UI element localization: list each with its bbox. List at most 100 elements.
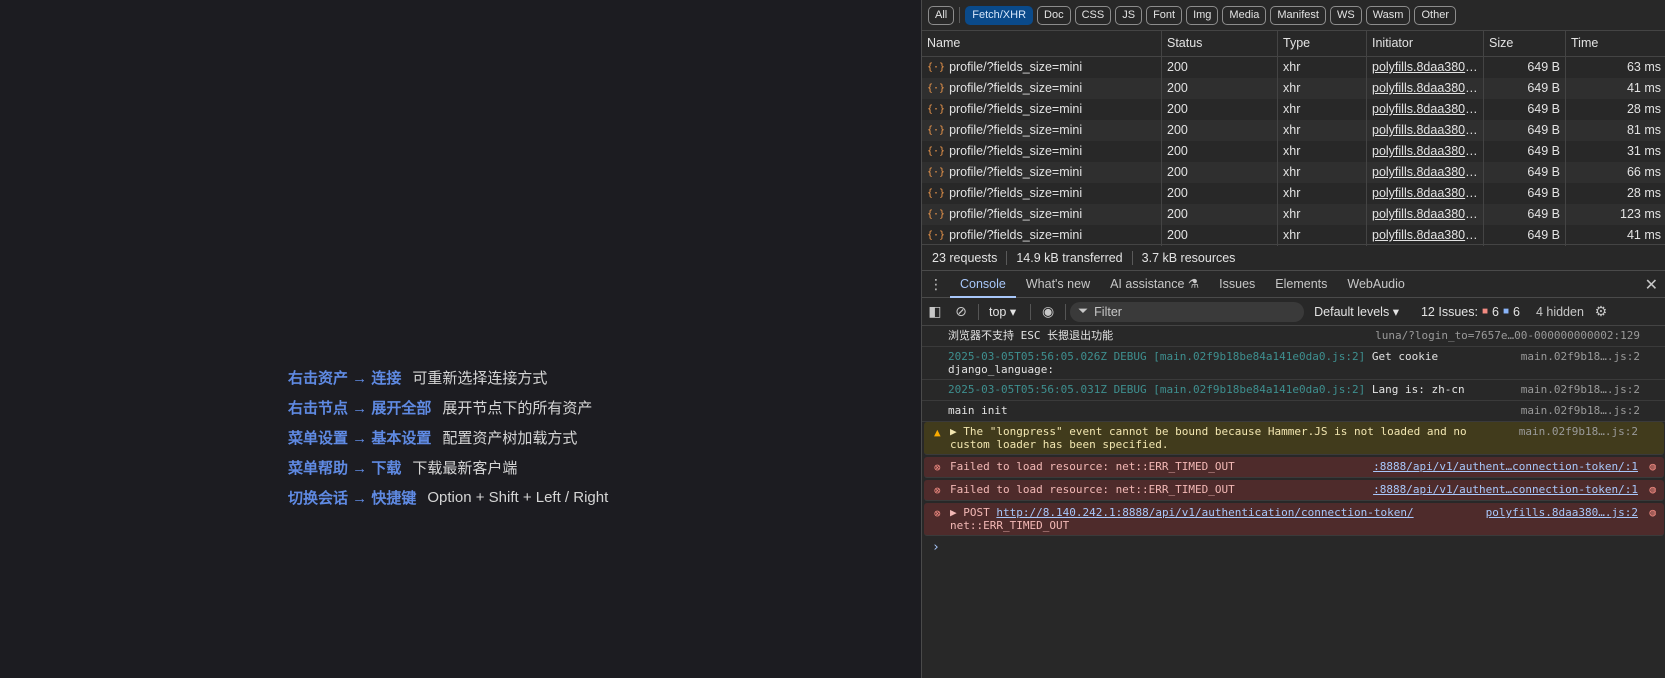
request-name-label: profile/?fields_size=mini [949,60,1083,74]
tab-webaudio[interactable]: WebAudio [1337,271,1414,298]
message-source-link[interactable]: luna/?login_to=7657e…00-000000000002:129 [1375,329,1640,342]
console-filter-input[interactable]: ⏷ Filter [1070,301,1305,322]
context-selector[interactable]: top ▾ [989,304,1016,319]
table-row[interactable]: {·} profile/?fields_size=mini 200 xhr polyfi… [922,183,1665,204]
request-initiator[interactable]: polyfills.8daa380.... [1367,78,1484,99]
shortcut-row: 右击资产 → 连接 可重新选择连接方式 [288,362,608,392]
request-initiator[interactable]: polyfills.8daa380.... [1367,225,1484,246]
filter-chip-css[interactable]: CSS [1074,5,1112,25]
request-status: 200 [1162,120,1278,141]
filter-chip-other[interactable]: Other [1414,5,1456,25]
tab-issues[interactable]: Issues [1209,271,1265,298]
filter-chip-font[interactable]: Font [1146,5,1183,25]
message-source-link[interactable]: main.02f9b18….js:2 [1521,350,1640,363]
request-name: {·} profile/?fields_size=mini [922,57,1162,78]
issues-counter[interactable]: 12 Issues: ■ 6 ■ 6 [1421,305,1520,319]
request-name-label: profile/?fields_size=mini [949,81,1083,95]
warning-icon: ▲ [934,426,941,439]
sidebar-toggle-icon[interactable]: ◧ [922,303,948,320]
filter-placeholder: Filter [1094,304,1122,319]
request-initiator[interactable]: polyfills.8daa380.... [1367,204,1484,225]
console-error: ⊗ Failed to load resource: net::ERR_TIME… [924,480,1664,501]
request-initiator[interactable]: polyfills.8daa380.... [1367,141,1484,162]
request-initiator[interactable]: polyfills.8daa380.... [1367,99,1484,120]
console-error[interactable]: ⊗ ▶ POST http://8.140.242.1:8888/api/v1/… [924,503,1664,536]
toolbar-divider [978,303,979,320]
log-levels-label: Default levels [1314,305,1390,319]
message-source-link[interactable]: :8888/api/v1/authent…connection-token/:1 [1373,460,1638,473]
console-warning[interactable]: ▲ ▶ The "longpress" event cannot be boun… [924,422,1664,455]
column-header-name[interactable]: Name [922,31,1162,56]
xhr-icon: {·} [927,230,946,241]
tab-whats-new[interactable]: What's new [1016,271,1100,298]
filter-chip-fetch-xhr[interactable]: Fetch/XHR [965,5,1034,25]
console-prompt-input[interactable]: › [932,540,940,555]
request-initiator[interactable]: polyfills.8daa380.... [1367,120,1484,141]
request-time: 28 ms [1626,102,1661,116]
request-url-link[interactable]: http://8.140.242.1:8888/api/v1/authentic… [996,506,1413,519]
table-row[interactable]: {·} profile/?fields_size=mini 200 xhr polyfi… [922,204,1665,225]
request-name: {·} profile/?fields_size=mini [922,78,1162,99]
shortcut-description: Option + Shift + Left / Right [427,488,609,506]
column-header-time[interactable]: Time [1566,31,1665,56]
filter-chip-manifest[interactable]: Manifest [1270,5,1326,25]
column-header-size[interactable]: Size [1484,31,1566,56]
message-source-link[interactable]: main.02f9b18….js:2 [1521,404,1640,417]
table-row[interactable]: {·} profile/?fields_size=mini 200 xhr polyfi… [922,57,1665,78]
table-row[interactable]: {·} profile/?fields_size=mini 200 xhr polyfi… [922,78,1665,99]
shortcut-row: 切换会话 → 快捷键 Option + Shift + Left / Right [288,482,608,512]
tab-ai-assistance[interactable]: AI assistance ⚗ [1100,271,1209,298]
xhr-icon: {·} [927,125,946,136]
network-request-icon[interactable]: ◍ [1649,460,1656,473]
xhr-icon: {·} [927,104,946,115]
filter-divider [959,7,961,23]
request-initiator[interactable]: polyfills.8daa380.... [1367,162,1484,183]
filter-chip-doc[interactable]: Doc [1037,5,1071,25]
shortcut-description: 展开节点下的所有资产 [442,399,593,417]
filter-chip-media[interactable]: Media [1222,5,1267,25]
table-row[interactable]: {·} profile/?fields_size=mini 200 xhr polyfi… [922,141,1665,162]
tab-console[interactable]: Console [950,271,1016,298]
table-row[interactable]: {·} profile/?fields_size=mini 200 xhr polyfi… [922,225,1665,246]
xhr-icon: {·} [927,62,946,73]
console-settings-gear-icon[interactable]: ⚙ [1588,303,1614,320]
message-source-link[interactable]: main.02f9b18….js:2 [1519,425,1638,438]
request-initiator[interactable]: polyfills.8daa380.... [1367,57,1484,78]
log-levels-dropdown[interactable]: Default levels ▾ [1314,304,1399,319]
xhr-icon: {·} [927,83,946,94]
close-drawer-icon[interactable]: ✕ [1645,275,1658,295]
request-initiator[interactable]: polyfills.8daa380.... [1367,183,1484,204]
live-expression-eye-icon[interactable]: ◉ [1035,303,1061,320]
filter-chip-wasm[interactable]: Wasm [1365,5,1411,25]
clear-console-icon[interactable]: ⊘ [948,303,974,320]
network-type-filter-bar: All Fetch/XHR Doc CSS JS Font Img Media … [922,0,1665,30]
filter-chip-js[interactable]: JS [1115,5,1143,25]
column-header-status[interactable]: Status [1162,31,1278,56]
more-tools-icon[interactable]: ⋮ [922,276,950,293]
filter-chip-ws[interactable]: WS [1329,5,1362,25]
message-source-link[interactable]: :8888/api/v1/authent…connection-token/:1 [1373,483,1638,496]
network-request-icon[interactable]: ◍ [1649,506,1656,519]
debug-prefix: 2025-03-05T05:56:05.026Z DEBUG [main.02f… [948,350,1366,363]
table-row[interactable]: {·} profile/?fields_size=mini 200 xhr polyfi… [922,162,1665,183]
request-size: 649 B [1484,141,1566,162]
table-row[interactable]: {·} profile/?fields_size=mini 200 xhr polyfi… [922,120,1665,141]
shortcut-command: 切换会话 → 快捷键 [288,489,417,507]
column-header-type[interactable]: Type [1278,31,1367,56]
filter-chip-all[interactable]: All [928,5,955,25]
table-row[interactable]: {·} profile/?fields_size=mini 200 xhr polyfi… [922,99,1665,120]
column-header-initiator[interactable]: Initiator [1367,31,1484,56]
expand-triangle-icon[interactable]: ▶ [950,506,957,519]
console-error: ⊗ Failed to load resource: net::ERR_TIME… [924,457,1664,478]
tab-elements[interactable]: Elements [1265,271,1337,298]
filter-chip-img[interactable]: Img [1186,5,1219,25]
message-source-link[interactable]: polyfills.8daa380….js:2 [1486,506,1638,519]
expand-triangle-icon[interactable]: ▶ [950,425,957,438]
message-source-link[interactable]: main.02f9b18….js:2 [1521,383,1640,396]
network-request-icon[interactable]: ◍ [1649,483,1656,496]
shortcut-command: 右击节点 → 展开全部 [288,399,432,417]
request-count: 23 requests [932,250,1008,265]
request-time: 81 ms [1626,123,1661,137]
request-size: 649 B [1484,57,1566,78]
message-text: main init [948,404,1008,417]
